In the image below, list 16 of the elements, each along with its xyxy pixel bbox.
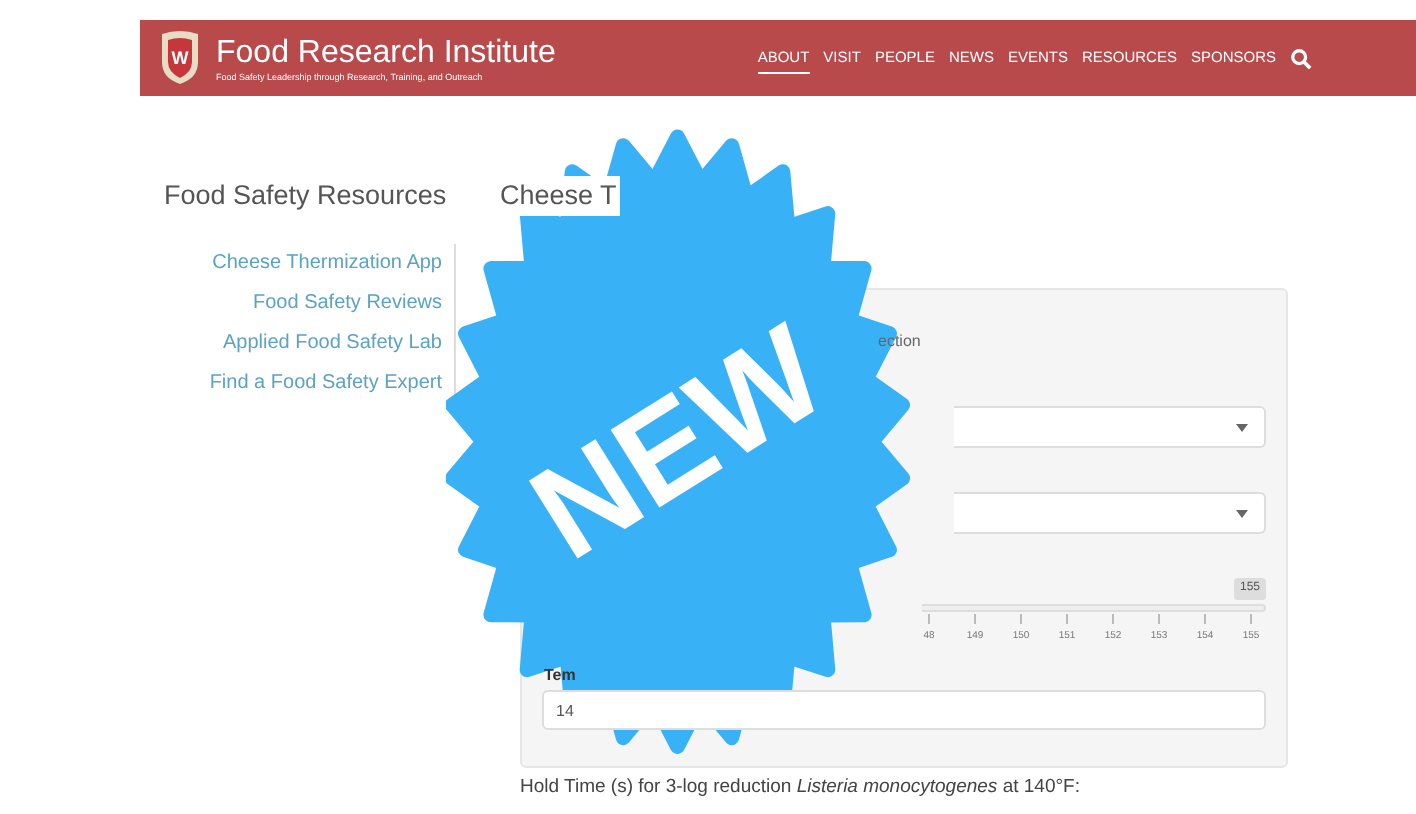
sidebar-link[interactable]: Applied Food Safety Lab — [164, 324, 442, 365]
sidebar-link[interactable]: Find a Food Safety Expert — [164, 364, 442, 405]
sidebar-heading: Food Safety Resources — [164, 178, 449, 214]
sidebar-link[interactable]: Food Safety Reviews — [164, 284, 442, 325]
slider-track[interactable] — [922, 604, 1266, 613]
crest-logo: W — [160, 30, 200, 86]
dropdown-field[interactable] — [954, 492, 1266, 535]
site-title[interactable]: Food Research Institute — [216, 33, 556, 71]
page-heading: Cheese T — [500, 176, 621, 217]
temperature-field[interactable]: 14 — [542, 690, 1266, 731]
dropdown-field[interactable] — [954, 406, 1266, 449]
result-text: Hold Time (s) for 3-log reduction Listeria monocytogenes at 140°F: — [520, 776, 1082, 801]
caret-icon — [1236, 424, 1248, 433]
sidebar-link[interactable]: Cheese Thermization App — [164, 244, 442, 285]
search-icon[interactable] — [1290, 47, 1312, 69]
caret-icon — [1236, 510, 1248, 519]
